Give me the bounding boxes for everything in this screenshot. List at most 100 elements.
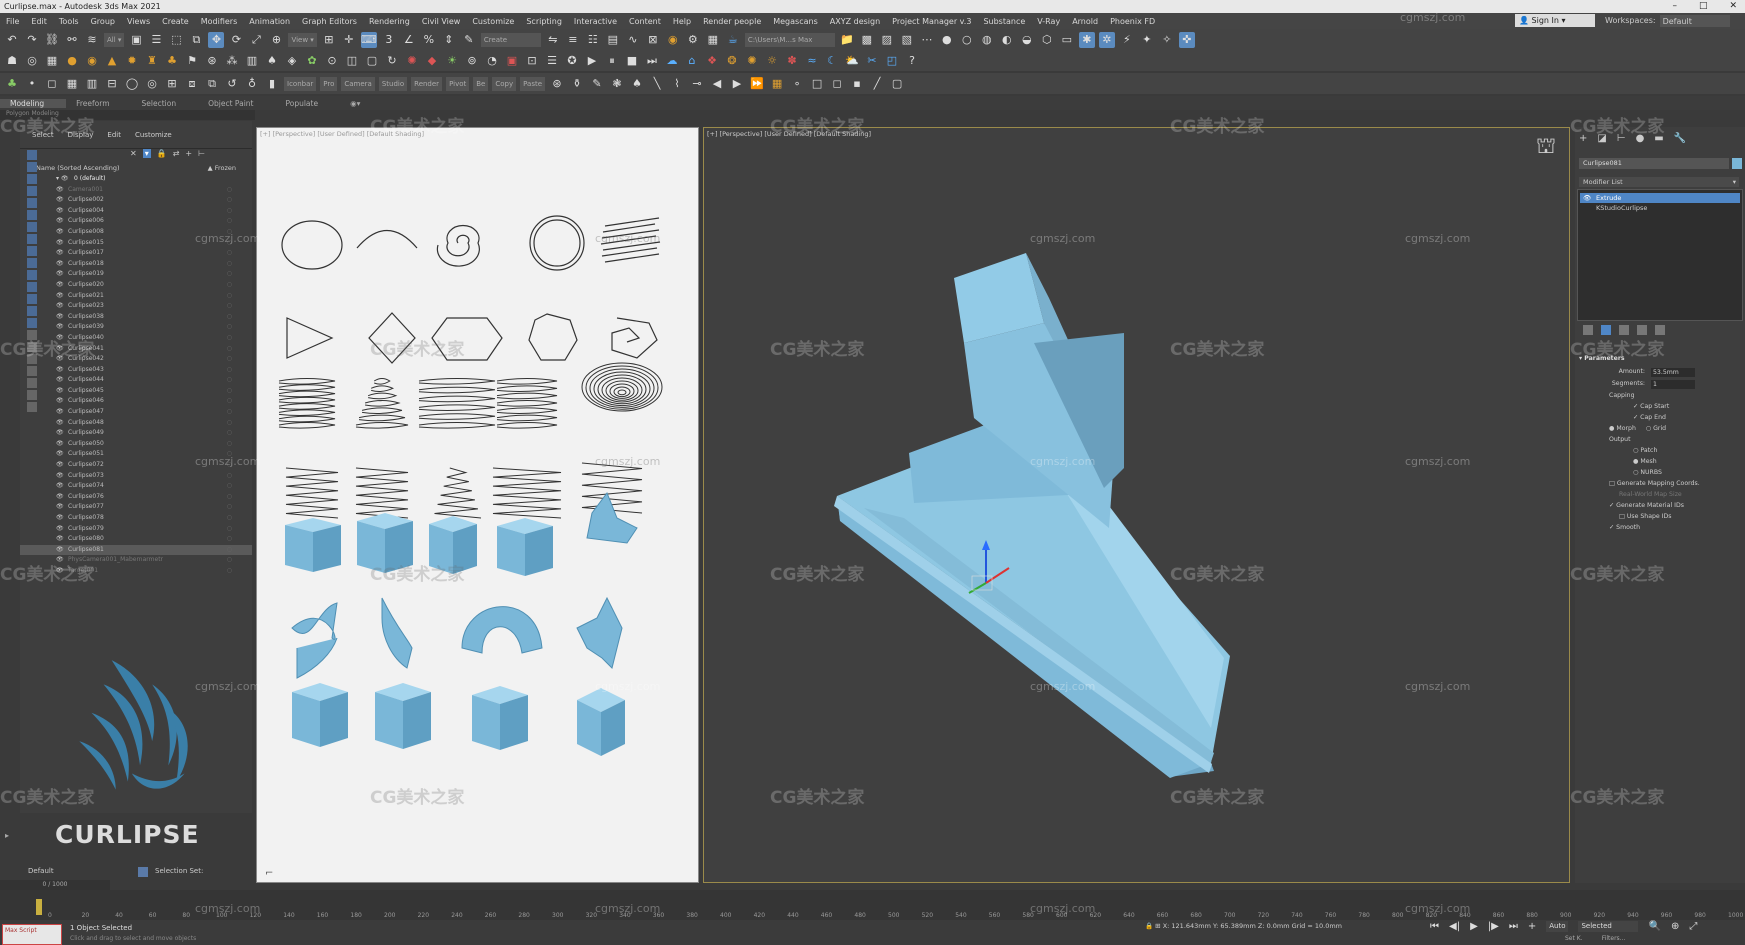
node-icon[interactable]: ∘ [789,76,805,92]
eye-icon[interactable]: 👁 [1583,193,1591,203]
sss-icon[interactable]: ✽ [784,53,800,69]
toggle-ribbon-icon[interactable]: ▤ [605,32,621,48]
stack-item-kstudiocurlipse[interactable]: KStudioCurlipse [1580,204,1647,212]
amount-spinner[interactable]: 53.5mm [1651,368,1695,377]
render-last-icon[interactable]: ↻ [384,53,400,69]
tree2-icon[interactable]: ♠ [629,76,645,92]
arnold-ipr-icon[interactable]: ❖ [704,53,720,69]
animate-stop-icon[interactable]: ■ [624,53,640,69]
vray-ipr-icon[interactable]: ▧ [899,32,915,48]
explorer-menu-edit[interactable]: Edit [107,131,121,139]
visibility-icon[interactable]: 👁 [56,375,64,386]
remove-modifier-icon[interactable] [1637,325,1647,335]
play-animation-icon[interactable]: ▶ [1470,921,1478,932]
freeze-toggle-icon[interactable]: ○ [227,471,232,482]
clone-icon[interactable]: ⧉ [204,76,220,92]
selection-set-icon[interactable] [138,867,148,877]
freeze-toggle-icon[interactable]: ○ [227,386,232,397]
explorer-row[interactable]: 👁 Curlipse047 ○ [20,407,252,418]
key-filter-dropdown[interactable]: Selected [1578,921,1639,932]
display-filter-icon[interactable] [27,210,37,220]
menu-item-views[interactable]: Views [121,17,156,26]
object-name-field[interactable]: Curlipse081 [1579,158,1729,169]
visibility-icon[interactable]: 👁 [56,545,64,556]
explorer-row[interactable]: 👁 Curlipse050 ○ [20,439,252,450]
target-icon[interactable]: ◎ [144,76,160,92]
menu-item-interactive[interactable]: Interactive [568,17,623,26]
make-unique-icon[interactable] [1619,325,1629,335]
scale-icon[interactable]: ⤢ [248,32,264,48]
display-filter-icon[interactable] [27,162,37,172]
display-filter-icon[interactable] [27,150,37,160]
selection-set-label[interactable]: Selection Set: [155,867,203,875]
spot-light-icon[interactable]: ♜ [144,53,160,69]
vray-render-icon[interactable]: ▨ [879,32,895,48]
redo-icon[interactable]: ↷ [24,32,40,48]
fog-icon[interactable]: ≈ [804,53,820,69]
ribbon-tab-modeling[interactable]: Modeling [0,98,67,108]
free-light-icon[interactable]: ♣ [164,53,180,69]
freeze-toggle-icon[interactable]: ○ [227,365,232,376]
menu-item-civil-view[interactable]: Civil View [416,17,467,26]
maximize-icon[interactable]: □ [1699,0,1708,13]
explorer-row[interactable]: 👁 Curlipse076 ○ [20,492,252,503]
vray-settings-icon[interactable]: ⊡ [524,53,540,69]
project-folder-icon[interactable]: 📁 [839,32,855,48]
set-key-button[interactable]: Set K. Filters... [1565,935,1625,942]
web-icon[interactable]: ⊛ [549,76,565,92]
rendered-frame-icon[interactable]: ▦ [705,32,721,48]
visibility-icon[interactable]: 👁 [56,396,64,407]
selection-filter-dropdown[interactable]: All ▾ [104,32,125,47]
explorer-row[interactable]: 👁 Curlipse018 ○ [20,259,252,270]
window-crossing-icon[interactable]: ⧉ [188,32,204,48]
visibility-icon[interactable]: 👁 [56,227,64,238]
freeze-toggle-icon[interactable]: ○ [227,344,232,355]
freeze-toggle-icon[interactable]: ○ [227,396,232,407]
arnold-icon[interactable]: ⚡ [1119,32,1135,48]
freeze-toggle-icon[interactable]: ○ [227,492,232,503]
select-object-icon[interactable]: ▣ [128,32,144,48]
lock-selection-icon[interactable]: 🔒 [1145,922,1153,930]
auto-key-button[interactable]: Auto [1546,921,1569,932]
vray-toolbar-icon[interactable]: ✲ [1098,31,1115,48]
placement-icon[interactable]: ⊕ [268,32,284,48]
menu-item-content[interactable]: Content [623,17,667,26]
vray-mesh-icon[interactable]: ⬡ [1039,32,1055,48]
explorer-row[interactable]: 👁 Curlipse045 ○ [20,386,252,397]
menu-item-edit[interactable]: Edit [25,17,53,26]
display-filter-icon[interactable] [27,402,37,412]
name-column-header[interactable]: Name (Sorted Ascending) [36,164,120,172]
layer-icon[interactable]: ▦ [769,76,785,92]
exposure-icon[interactable]: ◔ [484,53,500,69]
explorer-row[interactable]: 👁 Curlipse023 ○ [20,301,252,312]
explorer-row[interactable]: 👁 Curlipse002 ○ [20,195,252,206]
animate-pause-icon[interactable]: ⏸ [604,53,620,69]
sky-icon[interactable]: ☾ [824,53,840,69]
named-selection-dropdown[interactable]: Create Selection Set ▾ [480,32,541,50]
freeze-toggle-icon[interactable]: ○ [227,481,232,492]
layer-name[interactable]: Default [20,867,54,875]
percent-snap-icon[interactable]: % [421,32,437,48]
layer-row[interactable]: ▾ 👁 0 (default) [20,174,252,185]
freeze-toggle-icon[interactable]: ○ [227,545,232,556]
line-icon[interactable]: ╲ [649,76,665,92]
freeze-toggle-icon[interactable]: ○ [227,312,232,323]
mirror-icon[interactable]: ⇋ [545,32,561,48]
move-icon[interactable]: ✥ [208,31,225,48]
vray-proxy-icon[interactable]: ▭ [1059,32,1075,48]
render-production-icon[interactable]: ☕ [725,32,741,48]
configure-sets-icon[interactable] [1655,325,1665,335]
timeline[interactable]: 0 20 40 60 80 100 120 140 160 180 200 220 240 260 280 3… [0,890,1745,920]
explorer-row[interactable]: 👁 Curlipse039 ○ [20,322,252,333]
forward-icon[interactable]: ▶ [729,76,745,92]
camera-create-icon[interactable]: ⚑ [184,53,200,69]
expand-icon[interactable]: ▾ 👁 [56,174,69,185]
scatter2-icon[interactable]: ❃ [609,76,625,92]
zoom-icon[interactable]: 🔍 [1648,921,1660,932]
nurbs-radio[interactable]: ○ NURBS [1579,469,1741,480]
copy-button[interactable]: Copy [492,76,517,91]
visibility-icon[interactable]: 👁 [56,280,64,291]
pivot-button[interactable]: Pivot [446,76,470,91]
helper-create-icon[interactable]: ⊛ [204,53,220,69]
railclone-icon[interactable]: ◈ [284,53,300,69]
